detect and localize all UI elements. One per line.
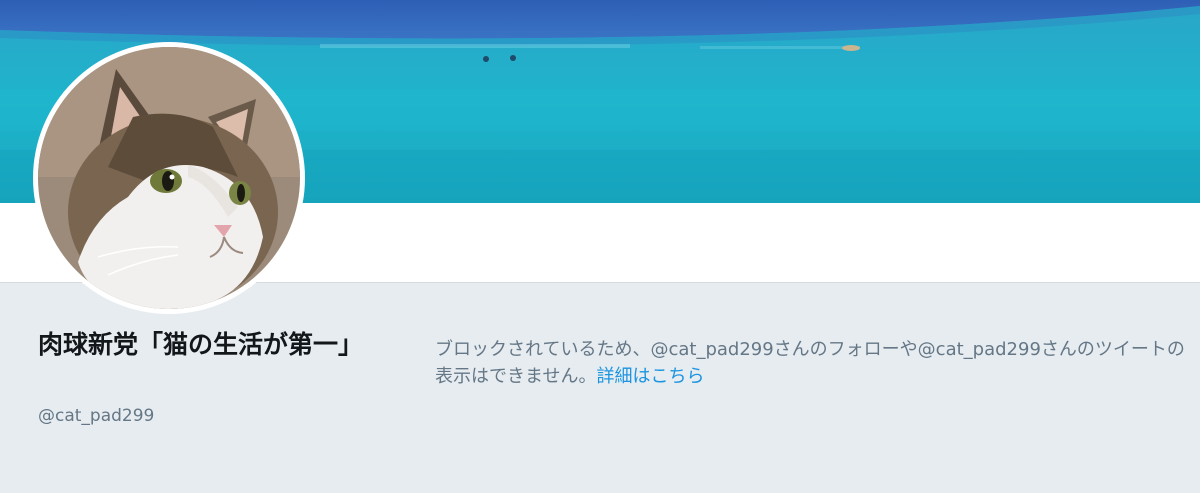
- profile-avatar[interactable]: [33, 42, 305, 314]
- cat-avatar-image: [38, 47, 300, 309]
- learn-more-link[interactable]: 詳細はこちら: [596, 366, 704, 387]
- profile-handle: @cat_pad299: [38, 406, 155, 426]
- profile-display-name: 肉球新党「猫の生活が第一」: [38, 330, 364, 359]
- blocked-notice: ブロックされているため、@cat_pad299さんのフォローや@cat_pad2…: [435, 336, 1195, 390]
- profile-page: 肉球新党「猫の生活が第一」 @cat_pad299 ブロックされているため、@c…: [0, 0, 1200, 493]
- blocked-notice-text: ブロックされているため、@cat_pad299さんのフォローや@cat_pad2…: [435, 339, 1185, 387]
